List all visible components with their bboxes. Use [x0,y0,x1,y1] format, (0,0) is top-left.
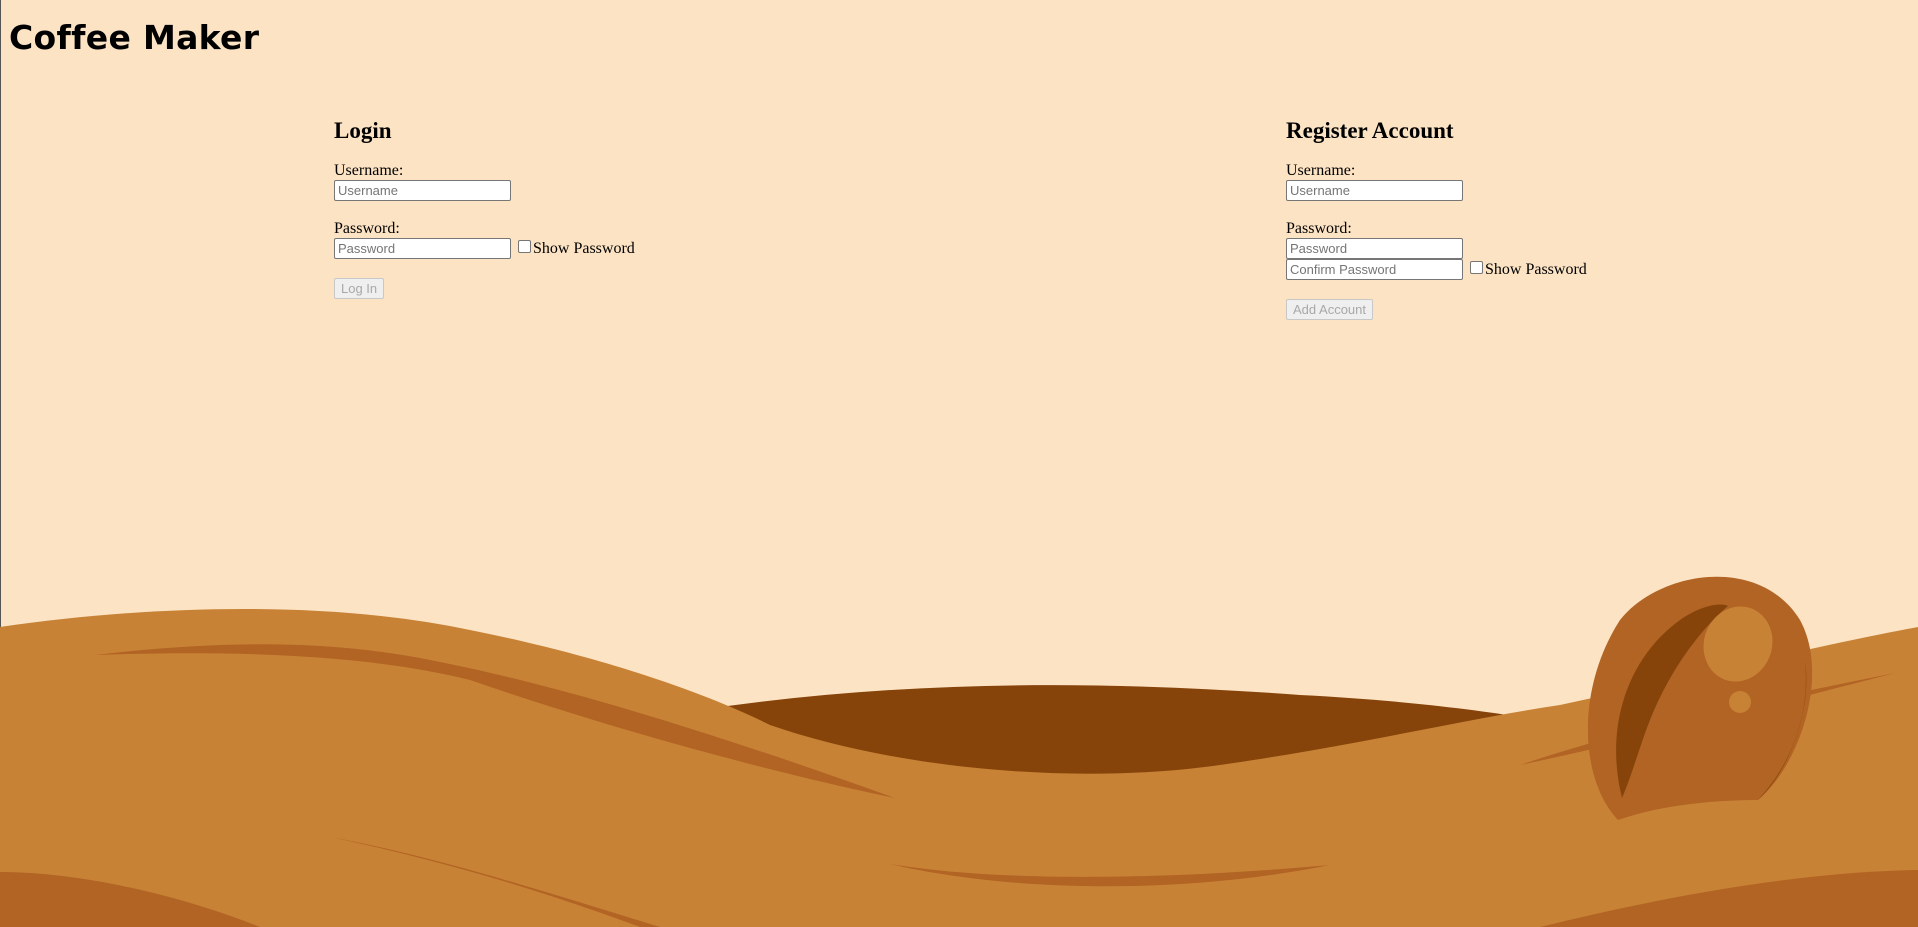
register-password-input[interactable] [1286,238,1463,259]
login-show-password-label: Show Password [533,239,635,257]
login-password-row: Show Password [334,238,635,259]
register-password-label: Password: [1286,220,1352,237]
coffee-hills-illustration [0,576,1918,927]
login-password-input[interactable] [334,238,511,259]
login-username-label: Username: [334,162,404,179]
register-show-password-toggle[interactable]: Show Password [1470,261,1587,279]
login-show-password-checkbox[interactable] [518,240,531,253]
add-account-button[interactable]: Add Account [1286,299,1373,320]
register-panel: Register Account Username: Password: Sho… [1286,116,1587,320]
register-confirm-password-input[interactable] [1286,259,1463,280]
app-title: Coffee Maker [9,18,260,57]
login-show-password-toggle[interactable]: Show Password [518,240,635,258]
register-show-password-label: Show Password [1485,260,1587,278]
login-button[interactable]: Log In [334,278,385,299]
login-panel: Login Username: Password: Show Password … [334,116,635,299]
login-heading: Login [334,118,392,143]
login-username-input[interactable] [334,180,511,201]
register-show-password-checkbox[interactable] [1470,261,1483,274]
register-username-input[interactable] [1286,180,1463,201]
register-confirm-row: Show Password [1286,259,1587,280]
register-heading: Register Account [1286,118,1454,143]
login-password-label: Password: [334,220,400,237]
register-username-label: Username: [1286,162,1356,179]
